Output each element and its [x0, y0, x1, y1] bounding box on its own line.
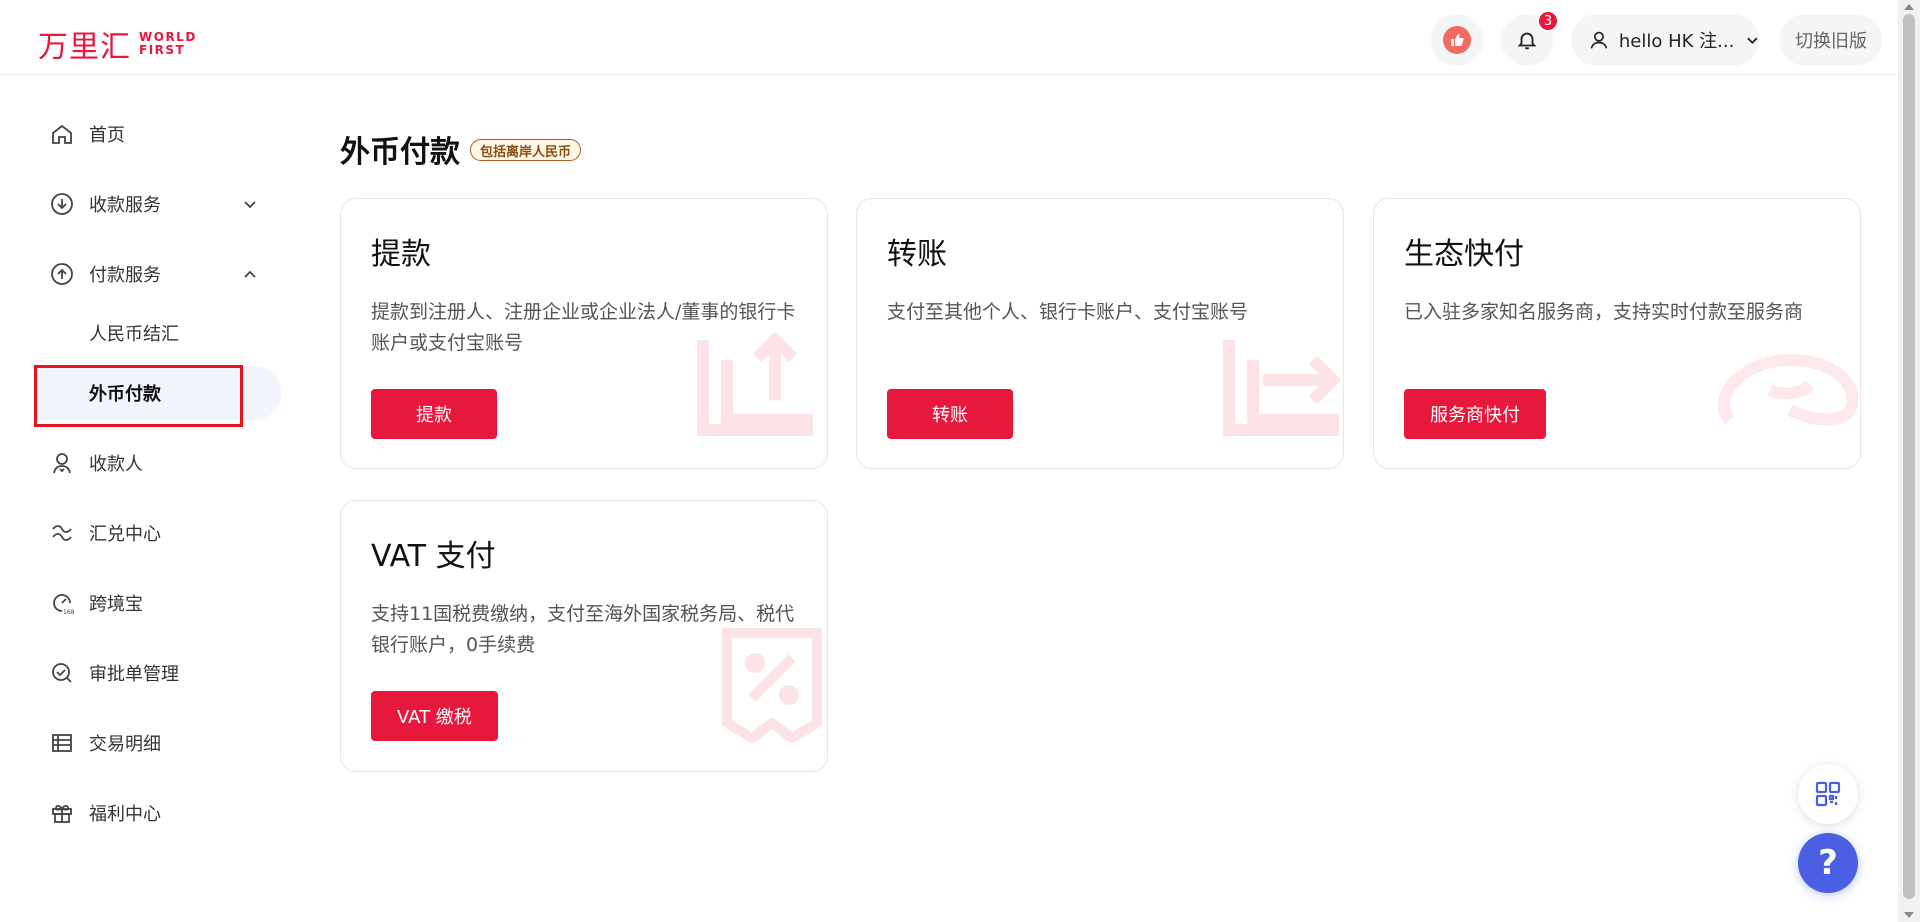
- sidebar-item-label: 收款服务: [89, 195, 161, 216]
- sidebar-item-receive-services[interactable]: 收款服务: [0, 179, 290, 229]
- sidebar-item-pay-services[interactable]: 付款服务: [0, 249, 290, 299]
- worldfirst-logo[interactable]: 万里汇 WORLD FIRST: [38, 22, 197, 66]
- chevron-down-icon: [1747, 37, 1758, 44]
- card-title: VAT 支付: [371, 539, 496, 574]
- card-title: 生态快付: [1404, 237, 1524, 272]
- chevron-down-icon: [244, 201, 256, 209]
- logo-en-text: WORLD FIRST: [139, 30, 197, 57]
- gift-icon: [49, 800, 75, 826]
- switch-old-version-button[interactable]: 切换旧版: [1780, 14, 1882, 66]
- scroll-thumb[interactable]: [1903, 14, 1915, 899]
- scroll-down-arrow[interactable]: [1904, 912, 1914, 918]
- pay-icon: [49, 261, 75, 287]
- withdraw-button[interactable]: 提款: [371, 389, 497, 439]
- transfer-deco-icon: [1223, 340, 1342, 436]
- sidebar-subitem-rmb-settlement[interactable]: 人民币结汇: [0, 309, 290, 357]
- card-title: 提款: [371, 237, 431, 272]
- page-title: 外币付款: [340, 135, 460, 170]
- sidebar-item-label: 审批单管理: [89, 664, 179, 685]
- feedback-button[interactable]: [1431, 14, 1483, 66]
- receive-icon: [49, 191, 75, 217]
- sidebar-item-label: 福利中心: [89, 804, 161, 825]
- merchant-fastpay-button[interactable]: 服务商快付: [1404, 389, 1546, 439]
- card-title: 转账: [887, 237, 947, 272]
- alibaba-deco-icon: [1717, 353, 1859, 426]
- payee-icon: [49, 450, 75, 476]
- card-description: 支持11国税费缴纳，支付至海外国家税务局、税代银行账户，0手续费: [371, 603, 795, 656]
- offshore-rmb-tag: 包括离岸人民币: [470, 139, 582, 161]
- withdraw-card: 提款 提款到注册人、注册企业或企业法人/董事的银行卡账户或支付宝账号 提款: [340, 198, 828, 469]
- sidebar-item-label: 交易明细: [89, 734, 161, 755]
- card-description: 支付至其他个人、银行卡账户、支付宝账号: [887, 301, 1249, 323]
- notification-badge: 3: [1537, 10, 1559, 32]
- help-button[interactable]: ?: [1798, 833, 1858, 893]
- sidebar-item-label: 付款服务: [89, 265, 161, 286]
- user-name: hello HK 注...: [1618, 31, 1735, 52]
- sidebar-subitem-label: 人民币结汇: [89, 324, 179, 345]
- card-description: 提款到注册人、注册企业或企业法人/董事的银行卡账户或支付宝账号: [371, 301, 796, 354]
- sidebar-item-approvals[interactable]: 审批单管理: [0, 648, 290, 698]
- sidebar-item-kuajingbao[interactable]: 1688 跨境宝: [0, 578, 290, 628]
- sidebar-item-label: 首页: [89, 125, 125, 146]
- sidebar-item-benefits[interactable]: 福利中心: [0, 788, 290, 838]
- scroll-up-arrow[interactable]: [1904, 4, 1914, 10]
- sidebar-item-home[interactable]: 首页: [0, 109, 290, 159]
- vat-payment-card: VAT 支付 支持11国税费缴纳，支付至海外国家税务局、税代银行账户，0手续费 …: [340, 500, 828, 772]
- thumbs-up-icon: [1443, 26, 1471, 54]
- bell-icon: [1517, 32, 1537, 50]
- user-icon: [1590, 31, 1608, 49]
- top-header: 万里汇 WORLD FIRST 3 hello HK 注... 切换旧版: [0, 0, 1898, 75]
- sidebar-item-exchange-center[interactable]: 汇兑中心: [0, 508, 290, 558]
- sidebar-item-payees[interactable]: 收款人: [0, 438, 290, 488]
- kuajingbao-icon: 1688: [49, 590, 75, 616]
- sidebar-item-label: 跨境宝: [89, 594, 143, 615]
- qr-code-button[interactable]: [1798, 764, 1858, 824]
- sidebar-nav: 首页 收款服务 付款服务 人民币结汇 外币付款 收款人 汇兑中心 1688: [0, 76, 290, 922]
- transfer-card: 转账 支付至其他个人、银行卡账户、支付宝账号 转账: [856, 198, 1344, 469]
- vat-pay-button[interactable]: VAT 缴税: [371, 691, 498, 741]
- sidebar-item-transactions[interactable]: 交易明细: [0, 718, 290, 768]
- card-description: 已入驻多家知名服务商，支持实时付款至服务商: [1404, 301, 1804, 323]
- selection-highlight-box: [34, 365, 243, 427]
- ecosystem-fastpay-card: 生态快付 已入驻多家知名服务商，支持实时付款至服务商 服务商快付: [1373, 198, 1861, 469]
- logo-cn-text: 万里汇: [38, 30, 131, 65]
- approval-icon: [49, 660, 75, 686]
- notifications-button[interactable]: 3: [1501, 10, 1559, 66]
- page-scrollbar[interactable]: [1898, 0, 1920, 922]
- user-menu[interactable]: hello HK 注...: [1571, 14, 1759, 66]
- chevron-up-icon: [244, 270, 256, 278]
- transfer-button[interactable]: 转账: [887, 389, 1013, 439]
- transactions-icon: [49, 730, 75, 756]
- sidebar-item-label: 汇兑中心: [89, 524, 161, 545]
- exchange-icon: [49, 520, 75, 546]
- home-icon: [49, 121, 75, 147]
- svg-text:1688: 1688: [63, 609, 74, 615]
- qr-code-icon: [1815, 781, 1841, 807]
- sidebar-item-label: 收款人: [89, 454, 143, 475]
